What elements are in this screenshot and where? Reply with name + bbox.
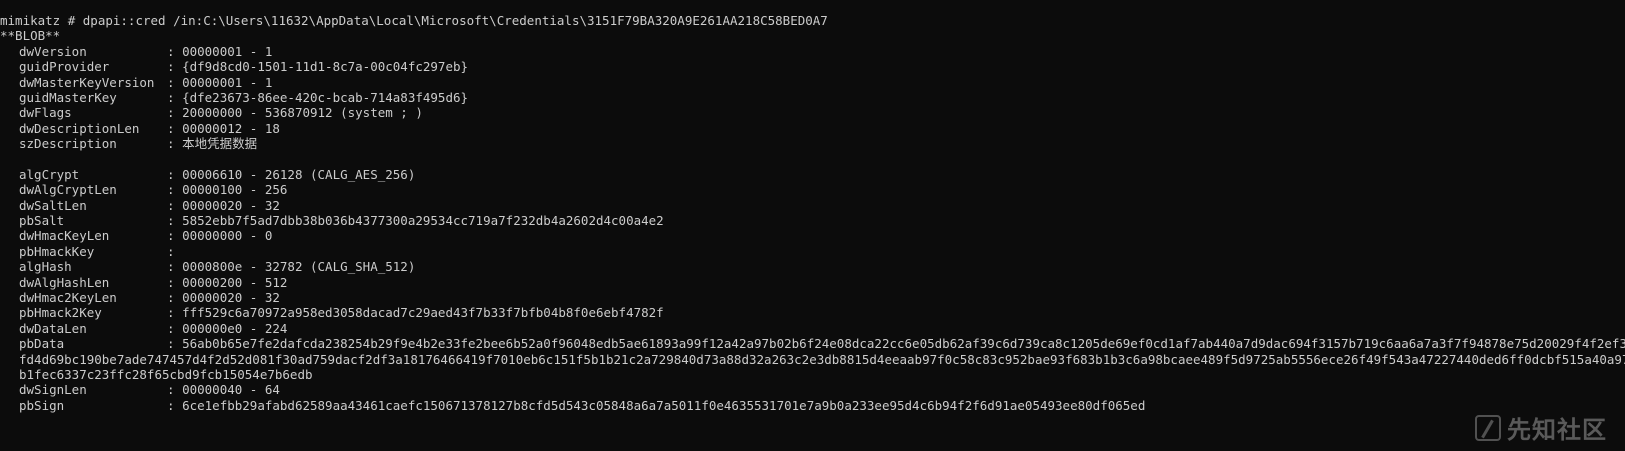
field-szDescription: szDescription: 本地凭据数据 [19, 136, 258, 152]
value-guidProvider: {df9d8cd0-1501-11d1-8c7a-00c04fc297eb} [182, 59, 469, 75]
watermark: 先知社区 [1475, 410, 1607, 445]
field-guidProvider: guidProvider: {df9d8cd0-1501-11d1-8c7a-0… [19, 59, 469, 75]
command-line: mimikatz # dpapi::cred /in:C:\Users\1163… [0, 13, 828, 28]
watermark-text: 先知社区 [1507, 416, 1607, 444]
value-dwAlgHashLen: 00000200 - 512 [182, 274, 288, 290]
field-pbData: pbData: 56ab0b65e7fe2dafcda238254b29f9e4… [0, 336, 1625, 382]
value-dwHmac2KeyLen: 00000020 - 32 [182, 290, 280, 306]
field-pbSign: pbSign: 6ce1efbb29afabd62589aa43461caefc… [19, 397, 1146, 413]
field-dwHmacKeyLen: dwHmacKeyLen: 00000000 - 0 [19, 228, 273, 244]
value-dwMasterKeyVersion: 00000001 - 1 [182, 74, 273, 90]
blob-header: **BLOB** [0, 28, 61, 44]
field-dwDataLen: dwDataLen: 000000e0 - 224 [19, 320, 288, 336]
value-guidMasterKey: {dfe23673-86ee-420c-bcab-714a83f495d6} [182, 89, 469, 105]
field-pbHmackKey: pbHmackKey: [19, 243, 183, 259]
field-dwAlgCryptLen: dwAlgCryptLen: 00000100 - 256 [19, 182, 288, 198]
value-dwAlgCryptLen: 00000100 - 256 [182, 182, 288, 198]
xianzhi-logo-icon [1475, 414, 1501, 441]
value-dwFlags: 20000000 - 536870912 (system ; ) [182, 105, 423, 121]
value-dwVersion: 00000001 - 1 [182, 43, 273, 59]
field-pbSalt: pbSalt: 5852ebb7f5ad7dbb38b036b4377300a2… [19, 213, 664, 229]
value-dwDataLen: 000000e0 - 224 [182, 320, 288, 336]
value-pbSalt: 5852ebb7f5ad7dbb38b036b4377300a29534cc71… [182, 213, 664, 229]
terminal-window[interactable]: mimikatz # dpapi::cred /in:C:\Users\1163… [0, 0, 1625, 451]
value-pbSign: 6ce1efbb29afabd62589aa43461caefc15067137… [182, 397, 1146, 413]
value-algCrypt: 00006610 - 26128 (CALG_AES_256) [182, 166, 416, 182]
value-algHash: 0000800e - 32782 (CALG_SHA_512) [182, 259, 416, 275]
value-dwSaltLen: 00000020 - 32 [182, 197, 280, 213]
field-algHash: algHash: 0000800e - 32782 (CALG_SHA_512) [19, 259, 416, 275]
value-dwDescriptionLen: 00000012 - 18 [182, 120, 280, 136]
field-dwVersion: dwVersion: 00000001 - 1 [19, 43, 273, 59]
value-dwHmacKeyLen: 00000000 - 0 [182, 228, 273, 244]
field-dwDescriptionLen: dwDescriptionLen: 00000012 - 18 [19, 120, 280, 136]
field-algCrypt: algCrypt: 00006610 - 26128 (CALG_AES_256… [19, 166, 416, 182]
field-dwSaltLen: dwSaltLen: 00000020 - 32 [19, 197, 280, 213]
value-pbHmack2Key: fff529c6a70972a958ed3058dacad7c29aed43f7… [182, 305, 664, 321]
field-dwMasterKeyVersion: dwMasterKeyVersion: 00000001 - 1 [19, 74, 273, 90]
field-pbHmack2Key: pbHmack2Key: fff529c6a70972a958ed3058dac… [19, 305, 664, 321]
field-dwHmac2KeyLen: dwHmac2KeyLen: 00000020 - 32 [19, 290, 280, 306]
value-szDescription: 本地凭据数据 [182, 136, 258, 152]
field-dwAlgHashLen: dwAlgHashLen: 00000200 - 512 [19, 274, 288, 290]
value-dwSignLen: 00000040 - 64 [182, 382, 280, 398]
value-pbData: 56ab0b65e7fe2dafcda238254b29f9e4b2e33fe2… [19, 336, 1625, 383]
field-dwFlags: dwFlags: 20000000 - 536870912 (system ; … [19, 105, 423, 121]
field-dwSignLen: dwSignLen: 00000040 - 64 [19, 382, 280, 398]
field-guidMasterKey: guidMasterKey: {dfe23673-86ee-420c-bcab-… [19, 89, 469, 105]
